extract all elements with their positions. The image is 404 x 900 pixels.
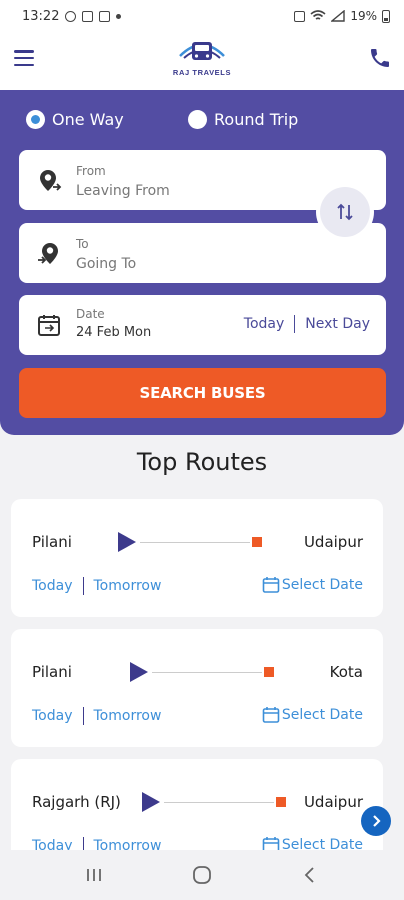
route-today-link[interactable]: Today [32, 708, 73, 724]
phone-icon[interactable] [368, 46, 392, 70]
trip-type-selector: One Way Round Trip [26, 110, 384, 136]
round-trip-label: Round Trip [214, 110, 299, 129]
one-way-label: One Way [52, 110, 124, 129]
message-notification-icon [99, 10, 111, 22]
from-label: From [76, 164, 106, 178]
location-pin-to-icon [38, 243, 58, 264]
home-icon [193, 866, 211, 884]
bus-logo-icon [179, 42, 225, 60]
date-label: Date [76, 307, 105, 321]
system-nav-bar [0, 850, 404, 900]
app-notification-icon [65, 10, 77, 22]
calendar-icon [262, 577, 280, 593]
route-tomorrow-link[interactable]: Tomorrow [94, 708, 162, 724]
route-from-city: Rajgarh (RJ) [32, 793, 121, 811]
divider [82, 577, 84, 595]
recent-apps-button[interactable] [74, 855, 114, 895]
date-field[interactable]: Date 24 Feb Mon Today Next Day [19, 295, 386, 355]
date-value: 24 Feb Mon [76, 325, 152, 340]
status-bar: 13:22 19% [0, 0, 404, 32]
route-line [142, 792, 286, 812]
destination-marker-icon [276, 797, 286, 807]
divider [294, 315, 296, 333]
route-line [130, 662, 274, 682]
date-quick-links: Today Next Day [244, 315, 370, 333]
route-card[interactable]: Pilani Kota Today Tomorrow Select Date [11, 629, 383, 747]
select-date-label: Select Date [281, 577, 363, 593]
round-trip-option[interactable]: Round Trip [188, 110, 298, 129]
destination-marker-icon [252, 537, 262, 547]
destination-marker-icon [264, 667, 274, 677]
play-icon [118, 532, 136, 552]
one-way-option[interactable]: One Way [26, 110, 124, 129]
top-routes-title: Top Routes [136, 448, 268, 476]
play-icon [142, 792, 160, 812]
back-icon [304, 867, 314, 883]
play-icon [130, 662, 148, 682]
back-button[interactable] [290, 855, 330, 895]
select-date-label: Select Date [281, 707, 363, 723]
chevron-right-icon [373, 815, 381, 827]
divider [82, 707, 84, 725]
raj-travels-logo: RAJ TRAVELS [164, 36, 240, 84]
route-select-date[interactable]: Select Date [262, 576, 363, 594]
more-notifications-icon [116, 13, 122, 19]
swap-button[interactable] [320, 187, 370, 237]
route-card[interactable]: Pilani Udaipur Today Tomorrow Select Dat… [11, 499, 383, 617]
calendar-swap-icon [38, 315, 60, 336]
hamburger-icon[interactable] [14, 50, 34, 66]
to-placeholder: Going To [76, 256, 137, 272]
wifi-icon [310, 10, 326, 20]
route-line [118, 532, 262, 552]
calendar-icon [262, 707, 280, 723]
alarm-icon [294, 10, 306, 22]
search-panel: One Way Round Trip From Leaving From To … [0, 90, 404, 435]
app-header: RAJ TRAVELS [0, 32, 404, 90]
recent-apps-icon [87, 869, 101, 881]
battery-icon [382, 9, 390, 23]
one-way-radio[interactable] [26, 110, 45, 129]
route-select-date[interactable]: Select Date [262, 706, 363, 724]
swap-icon [337, 203, 353, 221]
route-to-city: Udaipur [303, 793, 363, 811]
to-label: To [76, 237, 89, 251]
signal-icon [331, 10, 346, 22]
battery-percentage: 19% [350, 9, 377, 23]
search-buses-button[interactable]: SEARCH BUSES [19, 368, 386, 418]
scroll-next-button[interactable] [361, 806, 391, 836]
logo-text: RAJ TRAVELS [172, 68, 232, 77]
gallery-notification-icon [82, 10, 94, 22]
home-button[interactable] [182, 855, 222, 895]
location-pin-from-icon [40, 170, 62, 191]
status-time: 13:22 [22, 8, 60, 24]
route-to-city: Udaipur [303, 533, 363, 551]
route-day-links: Today Tomorrow [32, 707, 161, 725]
route-tomorrow-link[interactable]: Tomorrow [94, 578, 162, 594]
next-day-link[interactable]: Next Day [305, 316, 370, 332]
route-to-city: Kota [329, 663, 363, 681]
route-from-city: Pilani [32, 663, 72, 681]
route-day-links: Today Tomorrow [32, 577, 161, 595]
route-from-city: Pilani [32, 533, 72, 551]
today-link[interactable]: Today [244, 316, 285, 332]
from-placeholder: Leaving From [76, 183, 170, 199]
round-trip-radio[interactable] [188, 110, 207, 129]
route-today-link[interactable]: Today [32, 578, 73, 594]
